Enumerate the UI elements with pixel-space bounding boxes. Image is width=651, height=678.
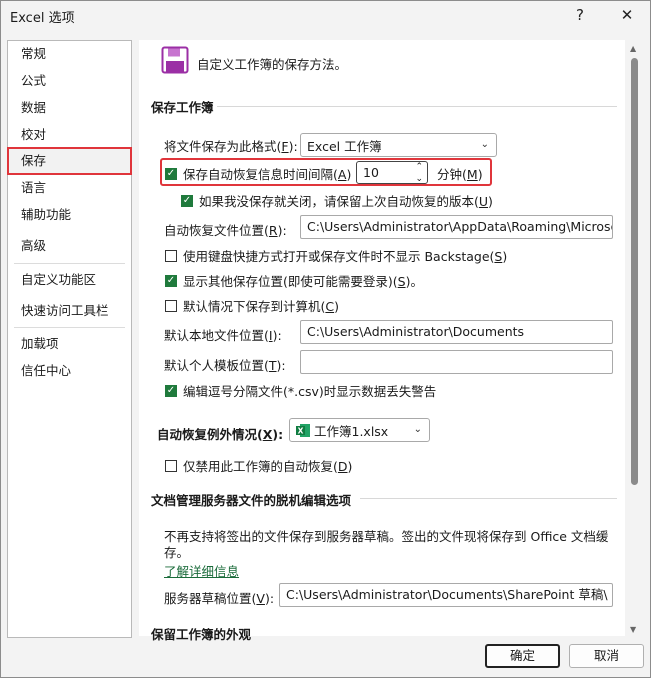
sidebar-item-save[interactable]: 保存 (7, 147, 132, 175)
keep-last-checkbox[interactable]: ✓ (181, 194, 193, 207)
floppy-save-icon (161, 46, 189, 77)
sidebar-item-proofing[interactable]: 校对 (8, 122, 131, 148)
header-text: 自定义工作簿的保存方法。 (197, 57, 348, 72)
sidebar-item-data[interactable]: 数据 (8, 95, 131, 121)
sidebar-item-general[interactable]: 常规 (8, 41, 131, 67)
autorecover-minutes-value: 10 (363, 165, 379, 180)
autorecover-label: 保存自动恢复信息时间间隔(A) (183, 167, 352, 182)
sidebar-item-formulas[interactable]: 公式 (8, 68, 131, 94)
csv-warning-checkbox[interactable]: ✓ (165, 384, 177, 397)
scrollbar-thumb[interactable] (631, 58, 638, 485)
excel-file-icon: X (296, 423, 311, 438)
exceptions-label: 自动恢复例外情况(X): (157, 427, 284, 442)
keep-last-label: 如果我没保存就关闭，请保留上次自动恢复的版本(U) (199, 194, 493, 209)
no-backstage-checkbox[interactable] (165, 249, 177, 262)
save-to-computer-checkbox[interactable] (165, 299, 177, 312)
workbook-dropdown[interactable]: X 工作簿1.xlsx ⌄ (289, 418, 430, 442)
sidebar-item-language[interactable]: 语言 (8, 175, 131, 201)
drafts-location-label: 服务器草稿位置(V): (164, 591, 275, 606)
no-backstage-label: 使用键盘快捷方式打开或保存文件时不显示 Backstage(S) (183, 249, 508, 264)
learn-more-link[interactable]: 了解详细信息 (164, 561, 239, 580)
autorecover-minutes-spinner[interactable]: 10 ⌃ ⌄ (356, 161, 428, 184)
show-other-locations-label: 显示其他保存位置(即使可能需要登录)(S)。 (183, 274, 423, 289)
section-heading-save-workbook: 保存工作簿 (151, 100, 214, 115)
section-heading-appearance: 保留工作簿的外观 (151, 627, 252, 642)
help-button[interactable]: ? (566, 2, 594, 28)
sidebar-item-trust-center[interactable]: 信任中心 (8, 358, 131, 384)
ok-button[interactable]: 确定 (485, 644, 560, 668)
autorecover-location-input[interactable]: C:\Users\Administrator\AppData\Roaming\M… (300, 215, 613, 239)
chevron-down-icon: ⌄ (413, 424, 422, 435)
close-button[interactable]: ✕ (613, 2, 641, 28)
chevron-down-icon: ⌄ (480, 139, 489, 150)
minutes-unit-label: 分钟(M) (437, 167, 483, 182)
format-label: 将文件保存为此格式(F): (164, 139, 298, 154)
section-divider (217, 106, 617, 107)
disable-autorecover-label: 仅禁用此工作簿的自动恢复(D) (183, 459, 353, 474)
autorecover-row: ✓ 保存自动恢复信息时间间隔(A) (165, 164, 351, 183)
sidebar-item-customize-ribbon[interactable]: 自定义功能区 (8, 267, 131, 293)
csv-warning-label: 编辑逗号分隔文件(*.csv)时显示数据丢失警告 (183, 384, 437, 399)
window-title: Excel 选项 (10, 11, 75, 26)
autorecover-checkbox[interactable]: ✓ (165, 167, 177, 180)
save-to-computer-label: 默认情况下保存到计算机(C) (183, 299, 340, 314)
workbook-dropdown-value: 工作簿1.xlsx (314, 423, 389, 439)
sidebar-separator (14, 327, 125, 328)
no-backstage-row: 使用键盘快捷方式打开或保存文件时不显示 Backstage(S) (165, 246, 507, 265)
section-divider (360, 498, 617, 499)
sidebar-item-advanced[interactable]: 高级 (8, 233, 131, 259)
format-dropdown[interactable]: Excel 工作簿 ⌄ (300, 133, 497, 157)
show-other-locations-row: ✓ 显示其他保存位置(即使可能需要登录)(S)。 (165, 271, 423, 290)
csv-warning-row: ✓ 编辑逗号分隔文件(*.csv)时显示数据丢失警告 (165, 381, 436, 400)
template-location-input[interactable] (300, 350, 613, 374)
show-other-locations-checkbox[interactable]: ✓ (165, 274, 177, 287)
disable-autorecover-row: 仅禁用此工作簿的自动恢复(D) (165, 456, 352, 475)
format-dropdown-value: Excel 工作簿 (307, 138, 382, 154)
keep-last-row: ✓ 如果我没保存就关闭，请保留上次自动恢复的版本(U) (181, 191, 493, 210)
sidebar-item-quick-access[interactable]: 快速访问工具栏 (8, 298, 131, 324)
section-heading-offline-editing: 文档管理服务器文件的脱机编辑选项 (151, 493, 352, 508)
save-to-computer-row: 默认情况下保存到计算机(C) (165, 296, 339, 315)
disable-autorecover-checkbox[interactable] (165, 459, 177, 472)
offline-description-line2: 存。 (164, 545, 190, 560)
template-location-label: 默认个人模板位置(T): (164, 358, 286, 373)
scroll-down-icon[interactable]: ▼ (630, 625, 636, 634)
offline-description-line1: 不再支持将签出的文件保存到服务器草稿。签出的文件现将保存到 Office 文档缓 (164, 529, 609, 544)
cancel-button[interactable]: 取消 (569, 644, 644, 668)
svg-text:X: X (298, 426, 304, 435)
local-location-input[interactable]: C:\Users\Administrator\Documents (300, 320, 613, 344)
sidebar: 常规 公式 数据 校对 保存 语言 辅助功能 高级 自定义功能区 快速访问工具栏… (7, 40, 132, 638)
drafts-location-input[interactable]: C:\Users\Administrator\Documents\SharePo… (279, 583, 613, 607)
scroll-up-icon[interactable]: ▲ (630, 44, 636, 53)
autorecover-location-label: 自动恢复文件位置(R): (164, 223, 287, 238)
sidebar-item-accessibility[interactable]: 辅助功能 (8, 202, 131, 228)
local-location-label: 默认本地文件位置(I): (164, 328, 282, 343)
sidebar-item-addins[interactable]: 加载项 (8, 331, 131, 357)
sidebar-separator (14, 263, 125, 264)
spin-down-icon[interactable]: ⌄ (415, 168, 423, 183)
